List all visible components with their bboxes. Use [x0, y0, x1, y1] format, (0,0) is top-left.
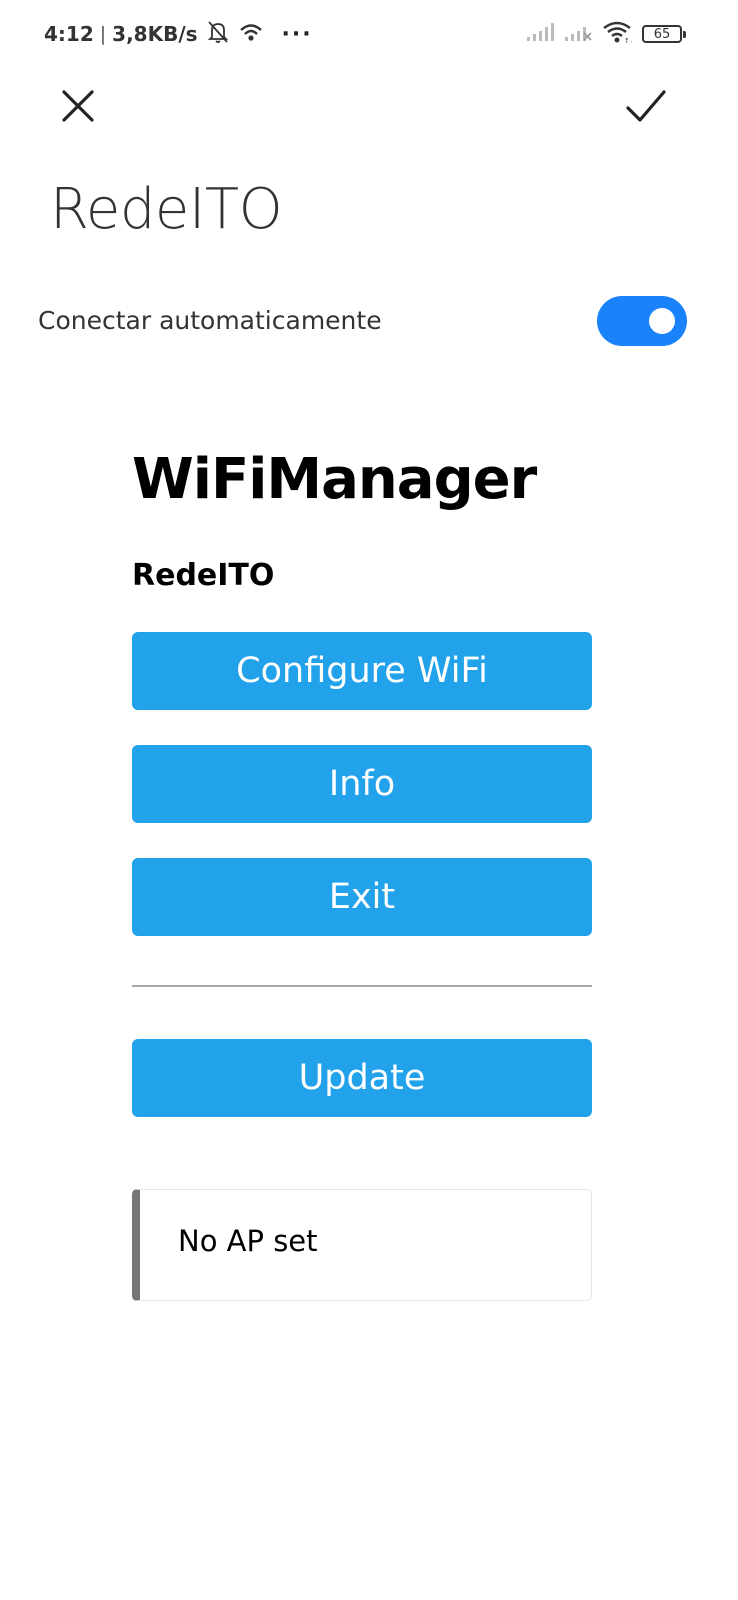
- status-net-speed: 3,8KB/s: [112, 22, 198, 46]
- wifi-icon: ↑↓: [602, 20, 636, 49]
- status-separator: |: [99, 23, 107, 45]
- status-message-box: No AP set: [132, 1189, 592, 1301]
- auto-connect-toggle[interactable]: [597, 296, 687, 346]
- status-message: No AP set: [178, 1224, 318, 1258]
- portal-heading: WiFiManager: [132, 447, 537, 512]
- close-button[interactable]: [56, 84, 100, 128]
- confirm-button[interactable]: [622, 84, 670, 128]
- configure-wifi-button[interactable]: Configure WiFi: [132, 632, 592, 710]
- auto-connect-label: Conectar automaticamente: [38, 306, 382, 335]
- portal-ssid: RedeITO: [132, 558, 275, 593]
- divider: [132, 985, 592, 987]
- exit-button[interactable]: Exit: [132, 858, 592, 936]
- svg-text:↑↓: ↑↓: [624, 37, 632, 44]
- info-button[interactable]: Info: [132, 745, 592, 823]
- update-button[interactable]: Update: [132, 1039, 592, 1117]
- status-bar: 4:12 | 3,8KB/s ··· ↑ 65: [0, 0, 738, 66]
- check-icon: [626, 90, 666, 122]
- signal-icon: [526, 22, 554, 47]
- bell-off-icon: [206, 19, 230, 50]
- network-title: RedeITO: [50, 177, 283, 242]
- hotspot-icon: [238, 21, 264, 48]
- battery-icon: 65: [642, 25, 686, 43]
- close-icon: [62, 90, 94, 122]
- status-right: ↑↓ 65: [526, 20, 686, 49]
- toggle-knob: [649, 308, 675, 334]
- auto-connect-row: Conectar automaticamente: [38, 296, 688, 348]
- status-left: 4:12 | 3,8KB/s ···: [44, 18, 313, 50]
- signal-no-service-icon: [564, 22, 592, 47]
- more-notifications-icon: ···: [281, 21, 313, 47]
- status-time: 4:12: [44, 22, 94, 46]
